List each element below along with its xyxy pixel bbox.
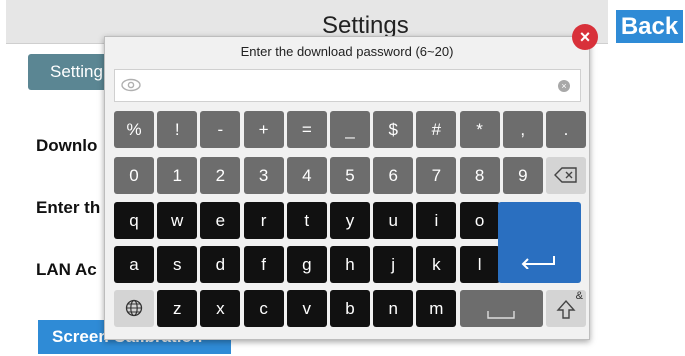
key-letter[interactable]: u <box>373 202 414 239</box>
key-letter[interactable]: g <box>286 246 327 283</box>
backspace-key[interactable] <box>546 157 586 194</box>
key-letter[interactable]: c <box>243 290 284 327</box>
key-letter[interactable]: v <box>286 290 327 327</box>
key-symbol[interactable]: . <box>546 111 586 148</box>
shift-key[interactable]: & <box>546 290 586 327</box>
close-icon[interactable]: × <box>572 24 598 50</box>
enter-icon <box>521 256 555 269</box>
dialog-title: Enter the download password (6~20) <box>240 44 454 59</box>
key-letter[interactable]: f <box>243 246 284 283</box>
key-letter[interactable]: q <box>114 202 154 239</box>
key-letter[interactable]: j <box>373 246 414 283</box>
space-key[interactable] <box>459 290 543 327</box>
key-digit[interactable]: 7 <box>416 157 457 194</box>
clear-icon[interactable]: × <box>558 80 570 92</box>
key-symbol[interactable]: * <box>459 111 500 148</box>
key-letter[interactable]: t <box>286 202 327 239</box>
setting-label-enter: Enter th <box>36 198 101 217</box>
eye-icon[interactable] <box>121 78 141 92</box>
key-letter[interactable]: k <box>416 246 457 283</box>
key-symbol[interactable]: _ <box>330 111 370 148</box>
key-digit[interactable]: 2 <box>200 157 241 194</box>
enter-key[interactable] <box>497 202 581 283</box>
key-digit[interactable]: 4 <box>286 157 327 194</box>
key-letter[interactable]: h <box>330 246 370 283</box>
key-letter[interactable]: y <box>330 202 370 239</box>
key-symbol[interactable]: $ <box>373 111 414 148</box>
key-letter[interactable]: s <box>157 246 198 283</box>
setting-label-download: Downlo <box>36 136 98 155</box>
key-symbol[interactable]: ! <box>157 111 198 148</box>
key-letter[interactable]: x <box>200 290 241 327</box>
key-letter[interactable]: a <box>114 246 154 283</box>
space-icon <box>487 311 515 319</box>
key-letter[interactable]: w <box>157 202 198 239</box>
setting-label-lan: LAN Ac <box>36 260 97 279</box>
shift-alt-label: & <box>575 290 583 302</box>
key-symbol[interactable]: % <box>114 111 154 148</box>
key-letter[interactable]: d <box>200 246 241 283</box>
key-digit[interactable]: 5 <box>330 157 370 194</box>
key-digit[interactable]: 3 <box>243 157 284 194</box>
key-letter[interactable]: z <box>157 290 198 327</box>
key-symbol[interactable]: # <box>416 111 457 148</box>
key-digit[interactable]: 1 <box>157 157 198 194</box>
globe-icon <box>125 299 143 317</box>
key-letter[interactable]: e <box>200 202 241 239</box>
key-symbol[interactable]: + <box>243 111 284 148</box>
key-letter[interactable]: n <box>373 290 414 327</box>
password-keyboard-dialog: Enter the download password (6~20) × %! -… <box>104 36 590 340</box>
key-digit[interactable]: 9 <box>502 157 543 194</box>
key-digit[interactable]: 8 <box>459 157 500 194</box>
key-letter[interactable]: l <box>459 246 500 283</box>
password-input[interactable]: × <box>114 69 581 102</box>
key-letter[interactable]: i <box>416 202 457 239</box>
key-symbol[interactable]: , <box>502 111 543 148</box>
settings-screen: Settings Back Setting Downlo Enter th LA… <box>0 0 685 356</box>
key-symbol[interactable]: = <box>286 111 327 148</box>
back-button[interactable]: Back <box>616 10 683 43</box>
key-digit[interactable]: 0 <box>114 157 154 194</box>
language-key[interactable] <box>114 290 154 327</box>
key-letter[interactable]: r <box>243 202 284 239</box>
key-letter[interactable]: b <box>330 290 370 327</box>
backspace-icon <box>554 167 577 183</box>
key-letter[interactable]: o <box>459 202 500 239</box>
key-digit[interactable]: 6 <box>373 157 414 194</box>
key-letter[interactable]: m <box>416 290 457 327</box>
shift-icon <box>556 299 576 319</box>
key-symbol[interactable]: - <box>200 111 241 148</box>
